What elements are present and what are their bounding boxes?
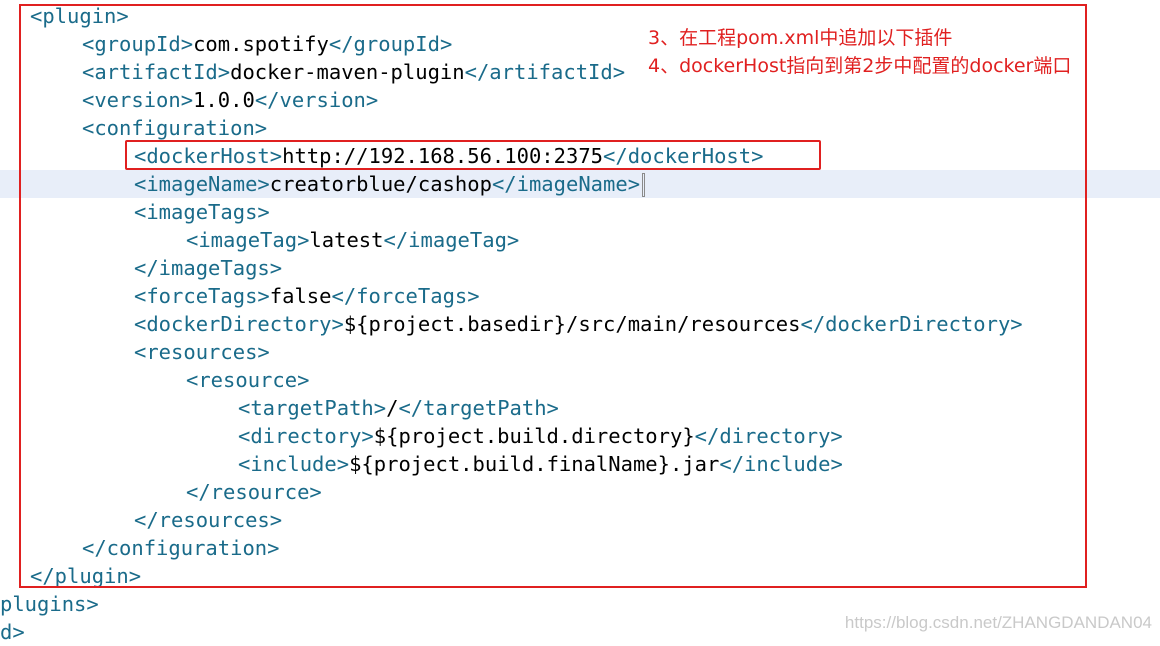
xml-tag: <directory> bbox=[238, 424, 374, 448]
xml-text: creatorblue/cashop bbox=[269, 172, 492, 196]
xml-tag: <targetPath> bbox=[238, 396, 387, 420]
code-line[interactable]: <dockerHost>http://192.168.56.100:2375</… bbox=[0, 142, 1160, 170]
text-cursor bbox=[642, 173, 646, 197]
xml-tag: </imageTag> bbox=[383, 228, 520, 252]
annotation-note: 3、在工程pom.xml中追加以下插件 4、dockerHost指向到第2步中配… bbox=[648, 24, 1088, 80]
xml-tag: <resources> bbox=[134, 340, 270, 364]
annotation-line-1: 3、在工程pom.xml中追加以下插件 bbox=[648, 27, 953, 49]
code-line[interactable]: <forceTags>false</forceTags> bbox=[0, 282, 1160, 310]
xml-text: / bbox=[386, 396, 399, 420]
xml-tag: <imageTag> bbox=[186, 228, 310, 252]
xml-tag: </imageTags> bbox=[134, 256, 283, 280]
xml-tag: <version> bbox=[82, 88, 194, 112]
watermark: https://blog.csdn.net/ZHANGDANDAN04 bbox=[844, 613, 1152, 632]
xml-tag: </targetPath> bbox=[398, 396, 559, 420]
xml-tag: <imageName> bbox=[134, 172, 270, 196]
xml-tag: </directory> bbox=[694, 424, 843, 448]
xml-tag: </resource> bbox=[186, 480, 322, 504]
xml-tag: </include> bbox=[719, 452, 843, 476]
code-editor[interactable]: <plugin> <groupId>com.spotify</groupId> <a… bbox=[0, 0, 1160, 644]
xml-tag: plugins> bbox=[0, 592, 99, 616]
xml-tag: <resource> bbox=[186, 368, 310, 392]
xml-text: ${project.basedir}/src/main/resources bbox=[343, 312, 801, 336]
xml-tag: </forceTags> bbox=[331, 284, 480, 308]
code-line[interactable]: <resources> bbox=[0, 338, 1160, 366]
xml-tag: <configuration> bbox=[82, 116, 268, 140]
code-line[interactable]: </resources> bbox=[0, 506, 1160, 534]
code-line[interactable]: </resource> bbox=[0, 478, 1160, 506]
xml-tag: <dockerHost> bbox=[134, 144, 283, 168]
xml-text: ${project.build.directory} bbox=[373, 424, 695, 448]
xml-tag: <imageTags> bbox=[134, 200, 270, 224]
code-line[interactable]: <dockerDirectory>${project.basedir}/src/… bbox=[0, 310, 1160, 338]
xml-tag: <forceTags> bbox=[134, 284, 270, 308]
code-line[interactable]: </configuration> bbox=[0, 534, 1160, 562]
xml-text: false bbox=[269, 284, 332, 308]
xml-tag: <artifactId> bbox=[82, 60, 231, 84]
xml-tag: </version> bbox=[254, 88, 379, 112]
xml-tag: </resources> bbox=[134, 508, 283, 532]
code-line[interactable]: <directory>${project.build.directory}</d… bbox=[0, 422, 1160, 450]
xml-tag: <dockerDirectory> bbox=[134, 312, 344, 336]
code-line[interactable]: <resource> bbox=[0, 366, 1160, 394]
code-line[interactable]: <targetPath>/</targetPath> bbox=[0, 394, 1160, 422]
xml-tag: </dockerDirectory> bbox=[800, 312, 1023, 336]
xml-tag: <groupId> bbox=[82, 32, 194, 56]
code-line[interactable]: <include>${project.build.finalName}.jar<… bbox=[0, 450, 1160, 478]
xml-tag: d> bbox=[0, 620, 25, 644]
xml-text: docker-maven-plugin bbox=[230, 60, 465, 84]
xml-text: http://192.168.56.100:2375 bbox=[282, 144, 604, 168]
xml-text: latest bbox=[309, 228, 384, 252]
xml-tag: </configuration> bbox=[82, 536, 280, 560]
code-line[interactable]: <configuration> bbox=[0, 114, 1160, 142]
xml-tag: </imageName> bbox=[491, 172, 641, 196]
xml-tag: </groupId> bbox=[328, 32, 453, 56]
code-line[interactable]: </plugin> bbox=[0, 562, 1160, 590]
xml-tag: <plugin> bbox=[30, 4, 129, 28]
code-line[interactable]: <imageTag>latest</imageTag> bbox=[0, 226, 1160, 254]
xml-tag: <include> bbox=[238, 452, 350, 476]
annotation-line-2: 4、dockerHost指向到第2步中配置的docker端口 bbox=[648, 55, 1072, 77]
code-line[interactable]: </imageTags> bbox=[0, 254, 1160, 282]
xml-text: com.spotify bbox=[193, 32, 329, 56]
xml-tag: </dockerHost> bbox=[603, 144, 764, 168]
code-line[interactable]: <imageName>creatorblue/cashop</imageName… bbox=[0, 170, 1160, 198]
xml-tag: </plugin> bbox=[30, 564, 142, 588]
xml-tag: </artifactId> bbox=[464, 60, 626, 84]
xml-text: ${project.build.finalName}.jar bbox=[349, 452, 720, 476]
code-line[interactable]: <imageTags> bbox=[0, 198, 1160, 226]
xml-text: 1.0.0 bbox=[193, 88, 255, 112]
code-line[interactable]: <version>1.0.0</version> bbox=[0, 86, 1160, 114]
